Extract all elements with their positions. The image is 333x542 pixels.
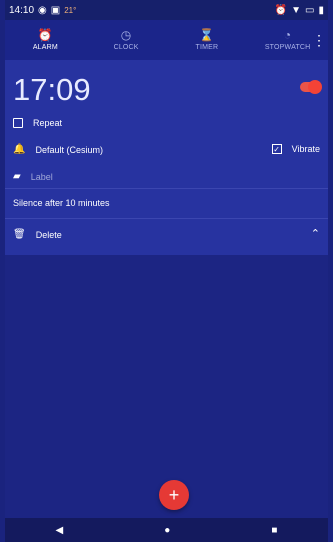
status-temperature: 21° — [64, 5, 77, 15]
tab-alarm[interactable]: ⏰ ALARM — [5, 20, 86, 60]
status-right: ⏰ ▼ ▭ ▮ — [275, 5, 324, 16]
delete-row[interactable]: 🗑 Delete — [13, 229, 62, 240]
photo-icon: ▣ — [50, 4, 61, 16]
alarm-time[interactable]: 17:09 — [13, 72, 91, 108]
alarm-icon: ⏰ — [274, 4, 288, 16]
vibrate-label: Vibrate — [291, 144, 320, 154]
clock-icon: ◷ — [120, 28, 132, 42]
home-icon[interactable]: ● — [164, 525, 170, 536]
alarm-card: 17:09 Repeat 🔔 Default (Cesium) ✓ Vibrat… — [5, 60, 328, 255]
tab-timer[interactable]: ⌛ TIMER — [167, 20, 248, 60]
divider — [5, 218, 328, 219]
chrome-icon: ◉ — [38, 4, 47, 16]
signal-icon: ▮ — [318, 4, 324, 16]
label-row[interactable]: ▰ Label — [13, 171, 53, 182]
vibrate-row[interactable]: ✓ Vibrate — [271, 144, 320, 154]
status-left: 14:10 ◉ ▣ 21° — [9, 5, 76, 16]
tab-label: STOPWATCH — [264, 44, 311, 51]
divider — [5, 188, 328, 189]
chevron-up-icon[interactable]: ⌃ — [311, 227, 320, 240]
tab-clock[interactable]: ◷ CLOCK — [86, 20, 167, 60]
tab-label: ALARM — [32, 44, 58, 51]
label-placeholder: Label — [30, 171, 53, 182]
battery-icon: ▭ — [305, 4, 315, 16]
trash-icon: 🗑 — [13, 229, 26, 240]
android-nav-bar: ◀ ● ■ — [5, 518, 328, 542]
bell-icon: 🔔 — [13, 144, 26, 155]
add-alarm-button[interactable]: + — [159, 480, 189, 510]
alarm-clock-icon: ⏰ — [37, 28, 53, 42]
tab-label: CLOCK — [113, 44, 139, 51]
hourglass-icon: ⌛ — [199, 28, 215, 42]
tab-bar: ⏰ ALARM ◷ CLOCK ⌛ TIMER ◔ STOPWATCH — [5, 20, 328, 60]
back-icon[interactable]: ◀ — [56, 525, 64, 536]
ringtone-row[interactable]: 🔔 Default (Cesium) — [13, 144, 103, 155]
stopwatch-icon: ◔ — [283, 28, 292, 42]
overflow-menu-icon[interactable]: ⋮ — [310, 20, 328, 60]
alarm-toggle[interactable] — [300, 80, 322, 94]
silence-row[interactable]: Silence after 10 minutes — [13, 198, 110, 208]
repeat-row[interactable]: Repeat — [13, 118, 62, 128]
delete-label: Delete — [35, 229, 62, 240]
status-time: 14:10 — [9, 4, 35, 16]
recents-icon[interactable]: ■ — [271, 525, 277, 536]
alarm-screen: 14:10 ◉ ▣ 21° ⏰ ▼ ▭ ▮ ⏰ ALARM ◷ CLOCK ⌛ … — [5, 0, 328, 542]
label-icon: ▰ — [13, 171, 21, 182]
repeat-checkbox[interactable] — [13, 118, 23, 128]
plus-icon: + — [168, 484, 180, 505]
wifi-icon: ▼ — [291, 4, 302, 16]
repeat-label: Repeat — [33, 118, 63, 128]
silence-text: Silence after 10 minutes — [13, 198, 110, 208]
vibrate-checkbox[interactable]: ✓ — [271, 144, 282, 154]
ringtone-label: Default (Cesium) — [35, 144, 103, 155]
tab-label: TIMER — [195, 44, 219, 51]
status-bar: 14:10 ◉ ▣ 21° ⏰ ▼ ▭ ▮ — [5, 0, 328, 20]
